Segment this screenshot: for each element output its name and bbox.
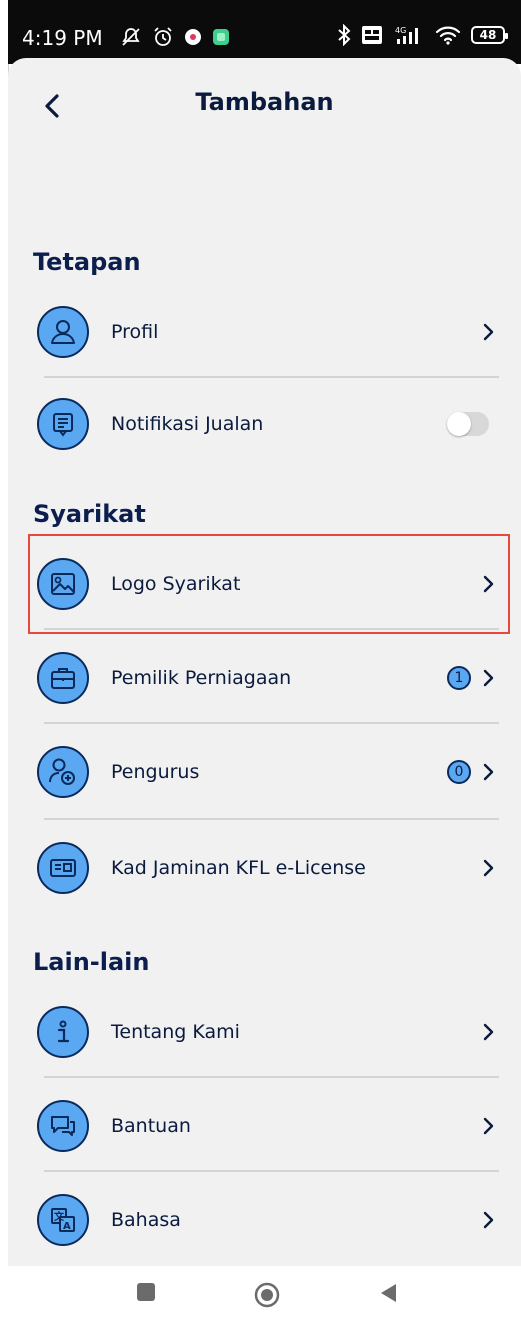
status-bar: 4:19 PM 4G 48 bbox=[8, 0, 521, 64]
menu-item-label: Logo Syarikat bbox=[111, 573, 241, 595]
image-icon bbox=[37, 558, 89, 610]
chevron-right-icon bbox=[479, 668, 499, 688]
divider bbox=[44, 1076, 499, 1078]
count-badge: 0 bbox=[447, 760, 471, 784]
chevron-right-icon bbox=[479, 762, 499, 782]
menu-item-label: Tentang Kami bbox=[111, 1021, 240, 1043]
menu-item-logo-syarikat[interactable]: Logo Syarikat bbox=[33, 546, 503, 622]
toggle-knob bbox=[447, 412, 471, 436]
section-title-lain-lain: Lain-lain bbox=[33, 948, 150, 976]
divider bbox=[44, 628, 499, 630]
menu-item-kad-jaminan[interactable]: Kad Jaminan KFL e-License bbox=[33, 830, 503, 906]
chevron-right-icon bbox=[479, 1116, 499, 1136]
menu-item-label: Bahasa bbox=[111, 1209, 181, 1231]
user-icon bbox=[37, 306, 89, 358]
id-card-icon bbox=[37, 842, 89, 894]
menu-item-label: Kad Jaminan KFL e-License bbox=[111, 857, 366, 879]
circle-icon bbox=[254, 1282, 280, 1308]
app-icon-white bbox=[184, 28, 202, 46]
menu-item-label: Notifikasi Jualan bbox=[111, 413, 264, 435]
chat-icon bbox=[37, 1100, 89, 1152]
chevron-right-icon bbox=[479, 1022, 499, 1042]
divider bbox=[44, 376, 499, 378]
menu-item-label: Pengurus bbox=[111, 761, 200, 783]
menu-item-pengurus[interactable]: Pengurus 0 bbox=[33, 734, 503, 810]
battery-level: 48 bbox=[479, 28, 497, 42]
app-screen: Tambahan Tetapan Profil Notifikasi Juala… bbox=[8, 58, 521, 1266]
briefcase-icon bbox=[37, 652, 89, 704]
menu-item-pemilik-perniagaan[interactable]: Pemilik Perniagaan 1 bbox=[33, 640, 503, 716]
page-title: Tambahan bbox=[195, 88, 334, 116]
triangle-back-icon bbox=[381, 1284, 396, 1302]
battery-icon: 48 bbox=[471, 26, 508, 44]
square-icon bbox=[137, 1283, 155, 1301]
alarm-icon bbox=[152, 26, 174, 48]
count-badge: 1 bbox=[447, 666, 471, 690]
chevron-right-icon bbox=[479, 322, 499, 342]
wifi-icon bbox=[435, 24, 461, 46]
app-icon-green bbox=[212, 28, 230, 46]
menu-item-tentang-kami[interactable]: Tentang Kami bbox=[33, 994, 503, 1070]
top-app-bar: Tambahan bbox=[8, 58, 521, 148]
menu-item-notifikasi-jualan[interactable]: Notifikasi Jualan bbox=[33, 386, 503, 462]
bluetooth-icon bbox=[337, 24, 351, 46]
section-title-syarikat: Syarikat bbox=[33, 500, 146, 528]
message-icon bbox=[37, 398, 89, 450]
chevron-right-icon bbox=[479, 1210, 499, 1230]
divider bbox=[44, 1170, 499, 1172]
menu-item-label: Pemilik Perniagaan bbox=[111, 667, 292, 689]
menu-item-label: Profil bbox=[111, 321, 159, 343]
back-nav-button[interactable] bbox=[378, 1282, 398, 1304]
svg-text:A: A bbox=[63, 1221, 71, 1232]
recents-button[interactable] bbox=[136, 1282, 156, 1302]
notification-toggle[interactable] bbox=[447, 412, 489, 436]
menu-item-profil[interactable]: Profil bbox=[33, 294, 503, 370]
home-button[interactable] bbox=[254, 1282, 280, 1308]
menu-item-bahasa[interactable]: 文A Bahasa bbox=[33, 1182, 503, 1258]
svg-text:4G: 4G bbox=[395, 26, 406, 35]
system-nav-bar bbox=[8, 1266, 521, 1322]
signal-4g-icon: 4G bbox=[393, 24, 425, 46]
menu-item-label: Bantuan bbox=[111, 1115, 191, 1137]
screen: 4:19 PM 4G 48 Tambahan Tetapan Profil No… bbox=[0, 0, 521, 1322]
section-title-tetapan: Tetapan bbox=[33, 248, 141, 276]
translate-icon: 文A bbox=[37, 1194, 89, 1246]
volte-icon bbox=[361, 24, 383, 46]
add-user-icon bbox=[37, 746, 89, 798]
menu-item-bantuan[interactable]: Bantuan bbox=[33, 1088, 503, 1164]
divider bbox=[44, 722, 499, 724]
chevron-right-icon bbox=[479, 858, 499, 878]
chevron-right-icon bbox=[479, 574, 499, 594]
divider bbox=[44, 818, 499, 820]
status-time: 4:19 PM bbox=[22, 26, 103, 50]
mute-icon bbox=[120, 26, 142, 48]
info-icon bbox=[37, 1006, 89, 1058]
